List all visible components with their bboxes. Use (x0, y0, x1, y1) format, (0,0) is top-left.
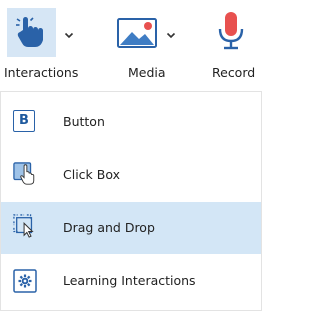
menu-item-label: Button (63, 114, 105, 129)
hand-pointer-icon (16, 17, 43, 47)
menu-item-button[interactable]: B Button (1, 96, 261, 148)
drag-drop-icon (13, 214, 34, 238)
button-b-icon: B (13, 110, 35, 132)
record-ribbon-button[interactable]: Record (198, 0, 264, 90)
menu-item-click-box[interactable]: Click Box (1, 149, 261, 201)
click-box-icon (13, 162, 35, 185)
interactions-ribbon-button[interactable]: Interactions (0, 0, 94, 90)
microphone-icon (218, 12, 244, 50)
record-label: Record (212, 65, 256, 80)
media-label: Media (128, 65, 166, 80)
menu-item-drag-and-drop[interactable]: Drag and Drop (1, 202, 261, 254)
interactions-label: Interactions (4, 65, 79, 80)
interactions-dropdown-menu: B Button Click Box Drag and Drop Learnin… (0, 91, 262, 311)
media-ribbon-button[interactable]: Media (100, 0, 192, 90)
chevron-down-icon (64, 32, 74, 39)
menu-item-label: Learning Interactions (63, 273, 196, 288)
media-image-icon (117, 18, 157, 48)
learning-interactions-icon (13, 269, 37, 293)
chevron-down-icon (166, 32, 176, 39)
interactions-menu-window: Interactions Media Record B Button Click… (0, 0, 264, 315)
menu-item-learning-interactions[interactable]: Learning Interactions (1, 255, 261, 307)
menu-item-label: Click Box (63, 167, 120, 182)
menu-item-label: Drag and Drop (63, 220, 155, 235)
ribbon-toolbar: Interactions Media Record (0, 0, 264, 90)
